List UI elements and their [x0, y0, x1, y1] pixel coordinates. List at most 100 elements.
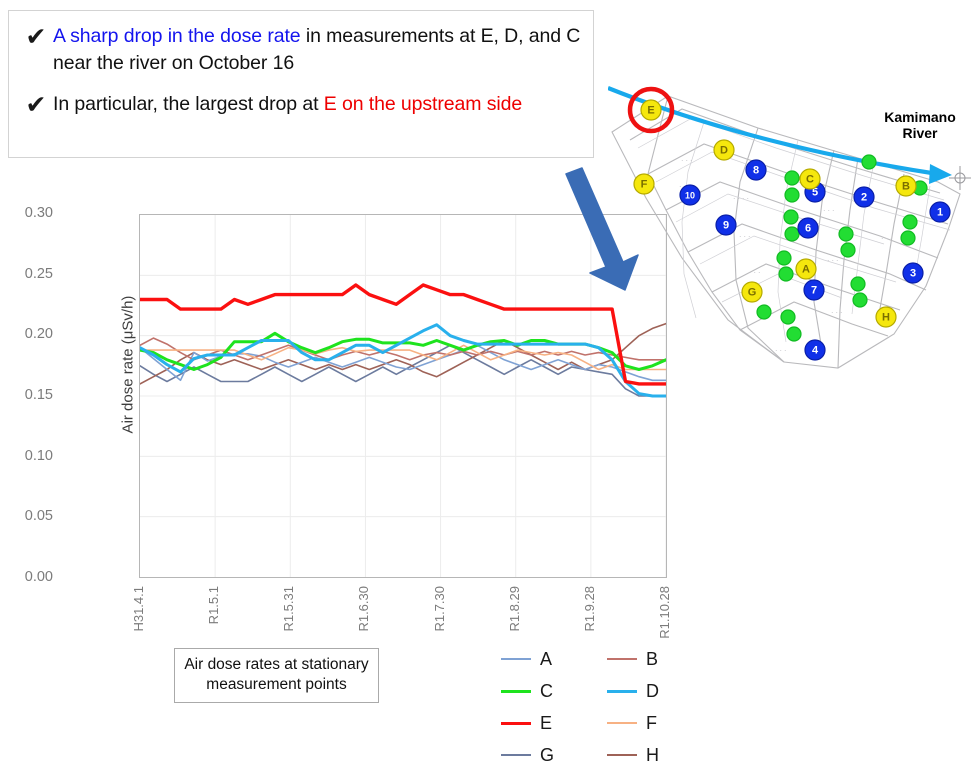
legend-swatch-h	[607, 754, 637, 756]
kamimano-river-label: Kamimano River	[865, 109, 975, 141]
bullet-1-highlight: A sharp drop in the dose rate	[53, 25, 301, 47]
legend-label-f: F	[646, 712, 657, 733]
legend-item-c[interactable]: C	[501, 681, 607, 702]
svg-text:・・・: ・・・	[880, 236, 894, 241]
blue-marker-2-label: 2	[861, 192, 867, 204]
y-tick-label: 0.25	[24, 265, 53, 282]
check-mark-icon: ✔	[25, 90, 47, 119]
series-line-g	[140, 344, 666, 397]
yellow-marker-H-label: H	[882, 312, 890, 324]
yellow-marker-C-label: C	[806, 174, 814, 186]
yellow-marker-B-label: B	[902, 181, 910, 193]
svg-text:・・・: ・・・	[774, 348, 788, 353]
y-tick-label: 0.30	[24, 205, 53, 221]
legend-label-c: C	[540, 680, 553, 701]
green-dot-marker[interactable]	[786, 326, 802, 342]
y-tick-label: 0.20	[24, 326, 53, 343]
bullet-2-highlight: E on the upstream side	[323, 93, 523, 115]
plot-area	[139, 214, 667, 578]
legend-item-f[interactable]: F	[607, 713, 713, 734]
legend-swatch-a	[501, 658, 531, 660]
green-dot-marker[interactable]	[902, 214, 918, 230]
x-tick-label: R1.5.31	[281, 586, 297, 632]
svg-text:・・・: ・・・	[822, 208, 836, 213]
y-tick-label: 0.15	[24, 387, 53, 403]
bullet-text-2: In particular, the largest drop at E on …	[53, 91, 522, 118]
green-dot-marker[interactable]	[840, 242, 856, 258]
yellow-marker-F-label: F	[641, 179, 648, 191]
blue-marker-4-label: 4	[812, 345, 819, 357]
legend-swatch-f	[607, 722, 637, 724]
blue-marker-8-label: 8	[753, 165, 759, 177]
green-dot-marker[interactable]	[780, 309, 796, 325]
yellow-marker-A-label: A	[802, 264, 810, 276]
x-tick-label: R1.7.30	[431, 586, 447, 632]
air-dose-rate-chart: Air dose rate (μSv/h) 0.00 0.05 0.10 0.15 0.…	[25, 196, 676, 765]
legend-label-e: E	[540, 712, 553, 733]
chart-annotation-box: Air dose rates at stationary measurement…	[174, 648, 379, 703]
legend-label-h: H	[646, 744, 659, 765]
legend-label-b: B	[646, 648, 659, 669]
chart-legend: A B C D E F G H	[501, 643, 713, 771]
blue-marker-10-label: 10	[685, 191, 695, 201]
legend-item-e[interactable]: E	[501, 713, 607, 734]
legend-swatch-b	[607, 658, 637, 660]
y-tick-label: 0.00	[24, 569, 53, 585]
bullet-2-lead: In particular, the largest drop at	[53, 93, 324, 115]
river-label-line: Kamimano	[884, 109, 956, 125]
svg-text:・・・・: ・・・・	[732, 196, 750, 201]
green-dot-marker[interactable]	[784, 226, 800, 242]
yellow-marker-E-label: E	[647, 105, 654, 117]
gridlines	[140, 215, 666, 577]
green-dot-marker[interactable]	[861, 154, 877, 170]
legend-swatch-d	[607, 689, 637, 693]
green-dot-marker[interactable]	[838, 226, 854, 242]
green-dot-marker[interactable]	[784, 170, 800, 186]
legend-label-a: A	[540, 648, 553, 669]
series-lines	[140, 283, 666, 398]
green-dot-marker[interactable]	[784, 187, 800, 203]
legend-swatch-e	[501, 721, 531, 725]
x-tick-label: H31.4.1	[131, 586, 146, 632]
legend-item-h[interactable]: H	[607, 745, 713, 766]
blue-marker-6-label: 6	[805, 223, 811, 235]
callout-box: ✔ A sharp drop in the dose rate in measu…	[8, 10, 594, 158]
yellow-marker-D-label: D	[720, 145, 728, 157]
site-map: ・・・ ・・・ ・・・・ ・・・ ・・・ ・・・ ・・・ ・・・ ・・・ ・・・…	[608, 62, 978, 392]
y-tick-label: 0.10	[24, 447, 53, 464]
legend-swatch-c	[501, 689, 531, 693]
svg-text:・・・: ・・・	[830, 310, 844, 315]
svg-text:・・・: ・・・	[680, 158, 694, 163]
check-mark-icon: ✔	[25, 22, 47, 51]
x-tick-label: R1.6.30	[356, 586, 372, 632]
svg-text:・・・: ・・・	[826, 258, 840, 263]
legend-item-b[interactable]: B	[607, 649, 713, 670]
yellow-marker-G-label: G	[748, 287, 757, 299]
svg-text:・・・: ・・・	[738, 234, 752, 239]
green-dot-marker[interactable]	[852, 292, 868, 308]
legend-label-d: D	[646, 680, 659, 701]
x-tick-label: R1.8.29	[506, 586, 522, 632]
legend-swatch-g	[501, 754, 531, 756]
green-dot-marker[interactable]	[776, 250, 792, 266]
x-tick-label: R1.10.28	[657, 586, 672, 639]
legend-item-g[interactable]: G	[501, 745, 607, 766]
green-dot-marker[interactable]	[783, 209, 799, 225]
y-tick-label: 0.05	[24, 508, 53, 525]
legend-item-d[interactable]: D	[607, 681, 713, 702]
x-tick-label: R1.9.28	[581, 586, 597, 632]
map-compass-icon	[949, 166, 971, 190]
blue-marker-7-label: 7	[811, 285, 817, 297]
river-arrowhead	[929, 164, 952, 184]
blue-marker-3-label: 3	[910, 268, 916, 280]
legend-item-a[interactable]: A	[501, 649, 607, 670]
green-dot-marker[interactable]	[850, 276, 866, 292]
green-dot-marker[interactable]	[756, 304, 772, 320]
green-dot-marker[interactable]	[900, 230, 916, 246]
x-tick-label: R1.5.1	[206, 586, 222, 625]
green-dot-marker[interactable]	[778, 266, 794, 282]
bullet-text-1: A sharp drop in the dose rate in measure…	[53, 23, 583, 77]
river-label-line: River	[902, 125, 938, 141]
blue-marker-9-label: 9	[723, 220, 729, 232]
series-canvas	[140, 215, 666, 577]
